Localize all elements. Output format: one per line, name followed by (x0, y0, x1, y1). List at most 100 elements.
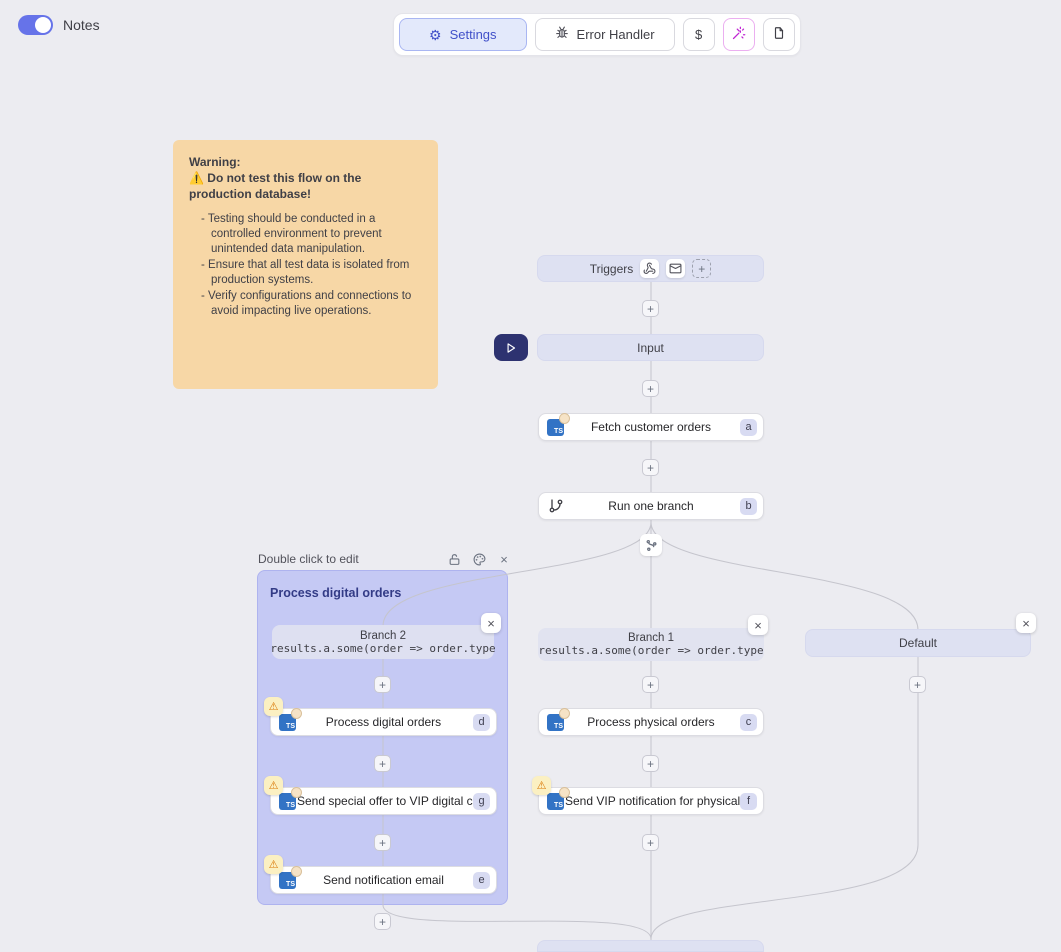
branch1-predicate: results.a.some(order => order.type (538, 644, 763, 657)
toggle-knob (35, 17, 51, 33)
add-step-button[interactable]: + (642, 459, 659, 476)
add-step-button[interactable]: + (909, 676, 926, 693)
step-id-badge: g (473, 793, 490, 810)
bun-icon (559, 413, 570, 424)
add-step-button[interactable]: + (642, 755, 659, 772)
triggers-label: Triggers (590, 262, 634, 276)
add-step-button[interactable]: + (642, 380, 659, 397)
flow-toolbar: ⚙ Settings Error Handler $ (393, 13, 801, 56)
step-send-vip-notification-physical[interactable]: ⚠ TS Send VIP notification for physical.… (538, 787, 764, 815)
group-edit-hint: Double click to edit (258, 552, 359, 566)
add-step-button[interactable]: + (374, 834, 391, 851)
dollar-button[interactable]: $ (683, 18, 715, 51)
bun-icon (559, 787, 570, 798)
gear-icon: ⚙ (429, 28, 442, 42)
step-id-badge: c (740, 714, 757, 731)
group-lock-button[interactable] (446, 551, 462, 567)
email-trigger-button[interactable] (666, 259, 685, 278)
typescript-icon: TS (279, 872, 296, 889)
warning-badge-icon: ⚠ (532, 776, 551, 795)
remove-default-branch-button[interactable]: × (1016, 613, 1036, 633)
branch2-node[interactable]: Branch 2 results.a.some(order => order.t… (272, 625, 494, 659)
step-label: Process physical orders (539, 715, 763, 729)
step-send-notification-email[interactable]: ⚠ TS Send notification email e (270, 866, 497, 894)
bun-icon (291, 866, 302, 877)
bun-icon (291, 787, 302, 798)
notes-toggle-group: Notes (18, 15, 100, 35)
warning-note: Warning: ⚠️ Do not test this flow on the… (173, 140, 438, 389)
step-id-badge: f (740, 793, 757, 810)
step-send-vip-offer[interactable]: ⚠ TS Send special offer to VIP digital c… (270, 787, 497, 815)
input-node[interactable]: Input (537, 334, 764, 361)
notes-label: Notes (63, 17, 100, 33)
magic-wand-icon (731, 26, 746, 44)
step-id-badge: b (740, 498, 757, 515)
dollar-icon: $ (695, 27, 702, 42)
run-flow-button[interactable] (494, 334, 528, 361)
settings-button[interactable]: ⚙ Settings (399, 18, 527, 51)
step-label: Send notification email (271, 873, 496, 887)
step-label: Send special offer to VIP digital c... (271, 794, 496, 808)
step-run-one-branch[interactable]: Run one branch b (538, 492, 764, 520)
note-bullet: Ensure that all test data is isolated fr… (211, 258, 422, 288)
group-close-button[interactable]: × (496, 551, 512, 567)
error-handler-button[interactable]: Error Handler (535, 18, 675, 51)
step-id-badge: d (473, 714, 490, 731)
settings-label: Settings (450, 27, 497, 42)
branch-icon (548, 498, 564, 517)
warning-badge-icon: ⚠ (264, 776, 283, 795)
default-branch-label: Default (899, 636, 937, 650)
warning-badge-icon: ⚠ (264, 697, 283, 716)
note-bullet: Testing should be conducted in a control… (211, 212, 422, 257)
webhook-trigger-button[interactable] (640, 259, 659, 278)
ai-wand-button[interactable] (723, 18, 755, 51)
typescript-icon: TS (279, 714, 296, 731)
remove-branch2-button[interactable]: × (481, 613, 501, 633)
branch1-node[interactable]: Branch 1 results.a.some(order => order.t… (538, 628, 764, 661)
typescript-icon: TS (279, 793, 296, 810)
add-step-button[interactable]: + (642, 676, 659, 693)
step-label: Run one branch (539, 499, 763, 513)
error-handler-label: Error Handler (577, 27, 655, 42)
document-button[interactable] (763, 18, 795, 51)
typescript-icon: TS (547, 419, 564, 436)
branch2-predicate: results.a.some(order => order.type (270, 642, 495, 655)
step-process-physical-orders[interactable]: TS Process physical orders c (538, 708, 764, 736)
bun-icon (559, 708, 570, 719)
play-icon (504, 341, 518, 355)
branch2-label: Branch 2 (360, 630, 406, 642)
add-step-button[interactable]: + (374, 676, 391, 693)
step-process-digital-orders[interactable]: ⚠ TS Process digital orders d (270, 708, 497, 736)
note-alert: ⚠️ Do not test this flow on the producti… (189, 171, 419, 202)
add-step-button[interactable]: + (374, 913, 391, 930)
remove-branch1-button[interactable]: × (748, 615, 768, 635)
triggers-node[interactable]: Triggers + (537, 255, 764, 282)
note-title: Warning: (189, 155, 422, 169)
step-label: Process digital orders (271, 715, 496, 729)
note-bullet-list: Testing should be conducted in a control… (189, 212, 422, 319)
step-id-badge: a (740, 419, 757, 436)
group-title: Process digital orders (270, 586, 401, 600)
step-label: Send VIP notification for physical... (539, 794, 763, 808)
add-trigger-button[interactable]: + (692, 259, 711, 278)
branch-split-icon (640, 534, 662, 556)
note-bullet: Verify configurations and connections to… (211, 289, 422, 319)
group-color-button[interactable] (471, 551, 487, 567)
merge-node[interactable] (537, 940, 764, 952)
bug-icon (555, 26, 569, 43)
input-label: Input (637, 341, 664, 355)
bun-icon (291, 708, 302, 719)
step-label: Fetch customer orders (539, 420, 763, 434)
default-branch-node[interactable]: Default (805, 629, 1031, 657)
add-step-button[interactable]: + (374, 755, 391, 772)
document-icon (772, 26, 786, 43)
flow-connectors (0, 0, 1061, 947)
add-step-button[interactable]: + (642, 834, 659, 851)
step-fetch-customer-orders[interactable]: TS Fetch customer orders a (538, 413, 764, 441)
notes-toggle[interactable] (18, 15, 53, 35)
add-step-button[interactable]: + (642, 300, 659, 317)
branch1-label: Branch 1 (628, 632, 674, 644)
step-id-badge: e (473, 872, 490, 889)
group-process-digital-orders[interactable] (257, 570, 508, 905)
typescript-icon: TS (547, 793, 564, 810)
